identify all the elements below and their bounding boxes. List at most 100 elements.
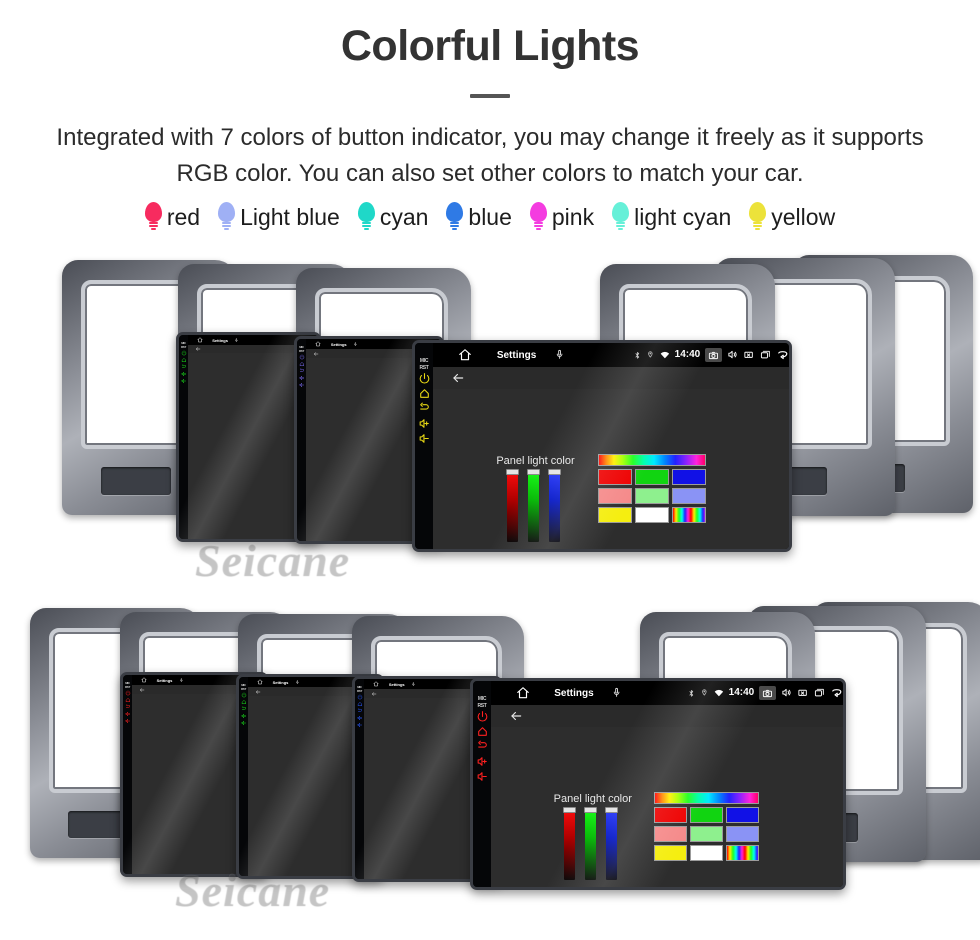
green-slider[interactable] — [527, 468, 541, 542]
home-icon[interactable] — [181, 357, 187, 363]
home-icon[interactable] — [299, 361, 305, 367]
swatch-light-red[interactable] — [653, 825, 687, 842]
swatch-red[interactable] — [653, 806, 687, 823]
rainbow-gradient-bar[interactable] — [653, 791, 759, 804]
volume-up-icon[interactable] — [418, 417, 431, 430]
swatch-light-green[interactable] — [634, 487, 669, 504]
red-slider[interactable] — [506, 468, 520, 542]
swatch-light-blue[interactable] — [671, 487, 706, 504]
home-icon[interactable] — [373, 681, 379, 687]
swatch-yellow[interactable] — [653, 844, 687, 861]
swatch-blue[interactable] — [725, 806, 759, 823]
rgb-sliders[interactable] — [506, 468, 562, 542]
back-arrow-icon[interactable] — [195, 346, 201, 352]
green-slider-handle[interactable] — [527, 468, 541, 475]
rainbow-gradient-bar[interactable] — [597, 453, 706, 466]
volume-up-icon[interactable] — [357, 715, 363, 721]
volume-down-icon[interactable] — [125, 718, 131, 724]
back-icon[interactable] — [476, 740, 489, 753]
recents-icon[interactable] — [814, 687, 825, 698]
volume-up-icon[interactable] — [299, 375, 305, 381]
volume-up-icon[interactable] — [476, 755, 489, 768]
volume-up-icon[interactable] — [125, 711, 131, 717]
back-icon[interactable] — [241, 705, 247, 712]
swatch-white[interactable] — [689, 844, 723, 861]
swatch-yellow[interactable] — [597, 506, 632, 523]
swatch-rainbow[interactable] — [725, 844, 759, 861]
close-box-icon[interactable] — [797, 687, 808, 698]
microphone-icon[interactable] — [411, 681, 416, 687]
back-arrow-icon[interactable] — [451, 371, 465, 385]
back-icon[interactable] — [418, 402, 431, 415]
microphone-icon[interactable] — [353, 341, 358, 347]
home-icon[interactable] — [257, 679, 263, 685]
home-icon[interactable] — [197, 337, 203, 343]
close-box-icon[interactable] — [743, 349, 754, 360]
microphone-icon[interactable] — [234, 337, 239, 343]
power-icon[interactable] — [181, 350, 187, 356]
unit-top-3-side-buttons[interactable]: MIC RST — [297, 339, 306, 541]
swatch-light-green[interactable] — [689, 825, 723, 842]
home-icon[interactable] — [141, 677, 147, 683]
speaker-icon[interactable] — [727, 349, 738, 360]
unit-bottom-5-screen[interactable]: Settings 14:40 Panel light color — [491, 681, 843, 887]
unit-top-4-screen[interactable]: Settings 14:40 Panel light color — [433, 343, 789, 549]
volume-down-icon[interactable] — [181, 378, 187, 384]
unit-bottom-5[interactable]: MIC RST Settings 14:40 Panel light color — [470, 678, 846, 890]
blue-slider[interactable] — [548, 468, 562, 542]
recents-icon[interactable] — [760, 349, 771, 360]
green-slider[interactable] — [584, 806, 598, 880]
back-arrow-icon[interactable] — [509, 709, 523, 723]
volume-up-icon[interactable] — [241, 713, 247, 719]
swatch-light-red[interactable] — [597, 487, 632, 504]
home-icon[interactable] — [418, 387, 431, 400]
volume-down-icon[interactable] — [241, 720, 247, 726]
color-swatch-palette[interactable] — [653, 791, 759, 864]
red-slider-handle[interactable] — [563, 806, 577, 813]
back-arrow-icon[interactable] — [830, 686, 843, 699]
unit-bottom-5-side-buttons[interactable]: MIC RST — [473, 681, 491, 887]
unit-bottom-2-side-buttons[interactable]: MIC RST — [123, 675, 132, 874]
green-slider-handle[interactable] — [584, 806, 598, 813]
microphone-icon[interactable] — [611, 687, 622, 698]
power-icon[interactable] — [418, 372, 431, 385]
back-arrow-icon[interactable] — [776, 348, 789, 361]
back-icon[interactable] — [357, 708, 363, 714]
swatch-green[interactable] — [634, 468, 669, 485]
camera-icon[interactable] — [705, 347, 723, 363]
back-icon[interactable] — [299, 368, 305, 374]
volume-down-icon[interactable] — [418, 432, 431, 445]
microphone-icon[interactable] — [554, 349, 565, 360]
unit-top-4[interactable]: MIC RST Settings 14:40 Panel light color — [412, 340, 792, 552]
volume-up-icon[interactable] — [181, 371, 187, 377]
camera-icon[interactable] — [759, 685, 777, 701]
home-icon[interactable] — [315, 341, 321, 347]
home-icon[interactable] — [516, 686, 530, 700]
swatch-red[interactable] — [597, 468, 632, 485]
rgb-sliders[interactable] — [563, 806, 619, 880]
red-slider[interactable] — [563, 806, 577, 880]
blue-slider-handle[interactable] — [548, 468, 562, 475]
power-icon[interactable] — [125, 690, 131, 696]
color-swatch-palette[interactable] — [597, 453, 706, 526]
blue-slider-handle[interactable] — [605, 806, 619, 813]
back-arrow-icon[interactable] — [371, 691, 377, 697]
volume-down-icon[interactable] — [299, 382, 305, 388]
home-icon[interactable] — [241, 699, 247, 705]
swatch-white[interactable] — [634, 506, 669, 523]
back-icon[interactable] — [181, 363, 187, 370]
swatch-green[interactable] — [689, 806, 723, 823]
red-slider-handle[interactable] — [506, 468, 520, 475]
back-arrow-icon[interactable] — [139, 687, 145, 693]
home-icon[interactable] — [458, 348, 472, 362]
power-icon[interactable] — [476, 710, 489, 723]
swatch-rainbow[interactable] — [671, 506, 706, 523]
volume-down-icon[interactable] — [357, 722, 363, 728]
power-icon[interactable] — [241, 692, 247, 698]
swatch-light-blue[interactable] — [725, 825, 759, 842]
speaker-icon[interactable] — [781, 687, 792, 698]
unit-bottom-3-side-buttons[interactable]: MIC RST — [239, 677, 248, 876]
home-icon[interactable] — [357, 701, 363, 707]
microphone-icon[interactable] — [295, 679, 300, 685]
unit-bottom-4-side-buttons[interactable]: MIC RST — [355, 679, 364, 879]
